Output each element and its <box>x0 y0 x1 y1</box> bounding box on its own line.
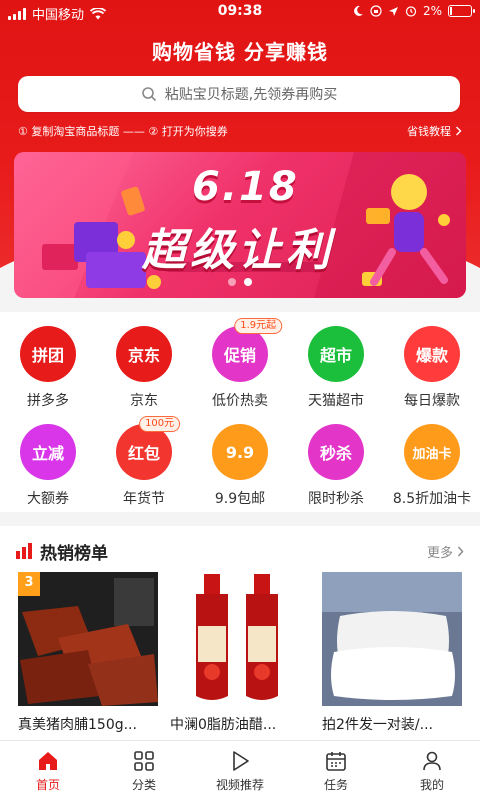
category-label: 大额券 <box>27 491 69 507</box>
location-icon <box>388 6 398 16</box>
tab-tasks[interactable]: 任务 <box>288 741 384 800</box>
how-to-steps: ① 复制淘宝商品标题 —— ② 打开为你搜券 省钱教程 <box>18 122 462 140</box>
bag-icon: 9.9 <box>212 424 268 480</box>
redpacket-icon: 红包 100元 <box>116 416 181 480</box>
banner-pagination <box>14 278 466 286</box>
category-jd[interactable]: 京东 京东 <box>96 326 192 410</box>
product-image: 3 <box>18 572 158 706</box>
promo-badge: 1.9元起 <box>234 318 283 334</box>
hot-list-title: 热销榜单 <box>16 539 108 564</box>
category-label: 拼多多 <box>27 393 69 409</box>
tutorial-link[interactable]: 省钱教程 <box>407 123 462 139</box>
jd-icon: 京东 <box>116 326 172 382</box>
tab-profile[interactable]: 我的 <box>384 741 480 800</box>
promo-icon: 促销 1.9元起 <box>212 318 283 382</box>
tab-home[interactable]: 首页 <box>0 741 96 800</box>
category-grid: 拼团 拼多多 京东 京东 促销 1.9元起 低价热卖 超市 天猫超市 爆款 每日… <box>0 312 480 512</box>
product-card[interactable]: 3 真美猪肉脯150g... <box>18 572 158 734</box>
play-icon <box>233 751 249 771</box>
hot-list-section: 热销榜单 更多 3 真美猪肉脯150g... 中澜0脂肪油醋... 拍2件发一对… <box>0 526 480 740</box>
tutorial-label: 省钱教程 <box>407 125 451 138</box>
category-promo[interactable]: 促销 1.9元起 低价热卖 <box>192 318 288 410</box>
app-root: 中国移动 09:38 2% 购物省钱 分享赚钱 粘贴宝贝标题,先领券再购买 ① … <box>0 0 480 800</box>
category-label: 年货节 <box>123 491 165 507</box>
user-icon <box>423 751 441 771</box>
banner-headline: 6.18 <box>192 164 299 210</box>
tab-category[interactable]: 分类 <box>96 741 192 800</box>
bottom-tab-bar: 首页 分类 视频推荐 任务 我的 <box>0 740 480 800</box>
tab-video[interactable]: 视频推荐 <box>192 741 288 800</box>
category-daily-hot[interactable]: 爆款 每日爆款 <box>384 326 480 410</box>
calendar-icon <box>326 752 346 771</box>
grid-icon <box>134 751 154 771</box>
pintuan-icon: 拼团 <box>20 326 76 382</box>
pillow-image <box>322 572 462 706</box>
redpacket-badge: 100元 <box>139 416 181 432</box>
flash-icon: 秒杀 <box>308 424 364 480</box>
chevron-right-icon <box>457 546 464 556</box>
category-fuel-card[interactable]: 加油卡 8.5折加油卡 <box>384 424 480 508</box>
chart-bars-icon <box>16 543 32 559</box>
category-flash-sale[interactable]: 秒杀 限时秒杀 <box>288 424 384 508</box>
category-label: 天猫超市 <box>308 393 364 409</box>
alarm-icon <box>405 6 417 17</box>
search-icon <box>141 87 156 102</box>
banner-subline: 超级让利 <box>142 225 334 276</box>
home-icon <box>39 752 57 770</box>
product-card[interactable]: 拍2件发一对装/... <box>322 572 462 734</box>
battery-icon <box>448 5 475 17</box>
search-input[interactable]: 粘贴宝贝标题,先领券再购买 <box>18 76 460 112</box>
coupon-icon: 立减 <box>20 424 76 480</box>
category-label: 每日爆款 <box>404 393 460 409</box>
chevron-right-icon <box>456 126 462 136</box>
product-name: 中澜0脂肪油醋... <box>170 717 277 733</box>
category-label: 限时秒杀 <box>308 491 364 507</box>
product-name: 拍2件发一对装/... <box>322 717 433 733</box>
market-icon: 超市 <box>308 326 364 382</box>
category-free-shipping[interactable]: 9.9 9.9包邮 <box>192 424 288 508</box>
rank-badge: 3 <box>18 572 40 596</box>
moon-icon <box>354 5 363 16</box>
status-right: 2% <box>352 4 475 18</box>
ketchup-image <box>170 572 310 706</box>
category-pinduoduo[interactable]: 拼团 拼多多 <box>0 326 96 410</box>
search-placeholder: 粘贴宝贝标题,先领券再购买 <box>164 87 338 103</box>
steps-text: ① 复制淘宝商品标题 —— ② 打开为你搜券 <box>18 125 228 138</box>
battery-percent: 2% <box>422 4 442 18</box>
product-name: 真美猪肉脯150g... <box>18 717 137 733</box>
category-label: 9.9包邮 <box>214 491 266 507</box>
category-tmall-market[interactable]: 超市 天猫超市 <box>288 326 384 410</box>
product-image <box>170 572 310 706</box>
product-card[interactable]: 中澜0脂肪油醋... <box>170 572 310 734</box>
banner-dot-active <box>244 278 252 286</box>
hot-icon: 爆款 <box>404 326 460 382</box>
category-new-year[interactable]: 红包 100元 年货节 <box>96 416 192 508</box>
promo-banner[interactable]: 6.18 超级让利 <box>14 152 466 298</box>
fuel-icon: 加油卡 <box>404 424 460 480</box>
status-bar: 中国移动 09:38 2% <box>0 0 480 24</box>
category-big-coupon[interactable]: 立减 大额券 <box>0 424 96 508</box>
category-label: 京东 <box>130 393 158 409</box>
page-title: 购物省钱 分享赚钱 <box>152 40 328 64</box>
more-link[interactable]: 更多 <box>427 542 464 561</box>
hot-list-header: 热销榜单 更多 <box>16 539 464 564</box>
lock-rotation-icon <box>370 5 382 17</box>
category-label: 8.5折加油卡 <box>392 491 472 507</box>
banner-dot <box>228 278 236 286</box>
category-label: 低价热卖 <box>212 393 268 409</box>
product-image <box>322 572 462 706</box>
